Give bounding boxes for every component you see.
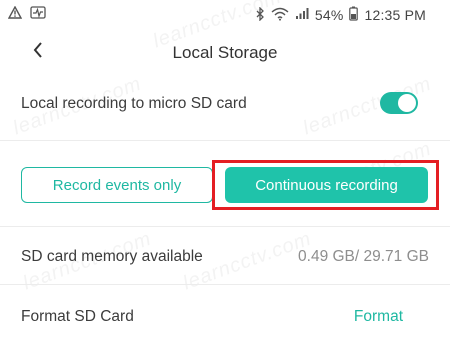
page-title: Local Storage bbox=[172, 43, 278, 62]
highlight-box bbox=[212, 160, 439, 210]
clock: 12:35 PM bbox=[364, 7, 426, 23]
app-header: Local Storage bbox=[0, 30, 450, 76]
warning-icon bbox=[7, 5, 23, 24]
bluetooth-icon bbox=[256, 5, 265, 24]
battery-percent: 54% bbox=[314, 7, 344, 23]
sd-memory-value: 0.49 GB/ 29.71 GB bbox=[298, 248, 429, 265]
sd-memory-label: SD card memory available bbox=[21, 248, 203, 265]
divider bbox=[0, 284, 450, 285]
local-recording-toggle[interactable] bbox=[380, 92, 418, 114]
divider bbox=[0, 140, 450, 141]
status-bar: 54% 12:35 PM bbox=[0, 0, 450, 30]
local-recording-label: Local recording to micro SD card bbox=[21, 95, 247, 112]
divider bbox=[0, 226, 450, 227]
activity-icon bbox=[30, 6, 46, 24]
toggle-knob bbox=[398, 94, 416, 112]
format-sd-label: Format SD Card bbox=[21, 308, 134, 325]
record-events-only-button[interactable]: Record events only bbox=[21, 167, 213, 203]
battery-icon bbox=[349, 6, 359, 24]
format-button[interactable]: Format bbox=[354, 308, 403, 326]
signal-icon bbox=[295, 7, 309, 23]
wifi-icon bbox=[271, 7, 289, 24]
